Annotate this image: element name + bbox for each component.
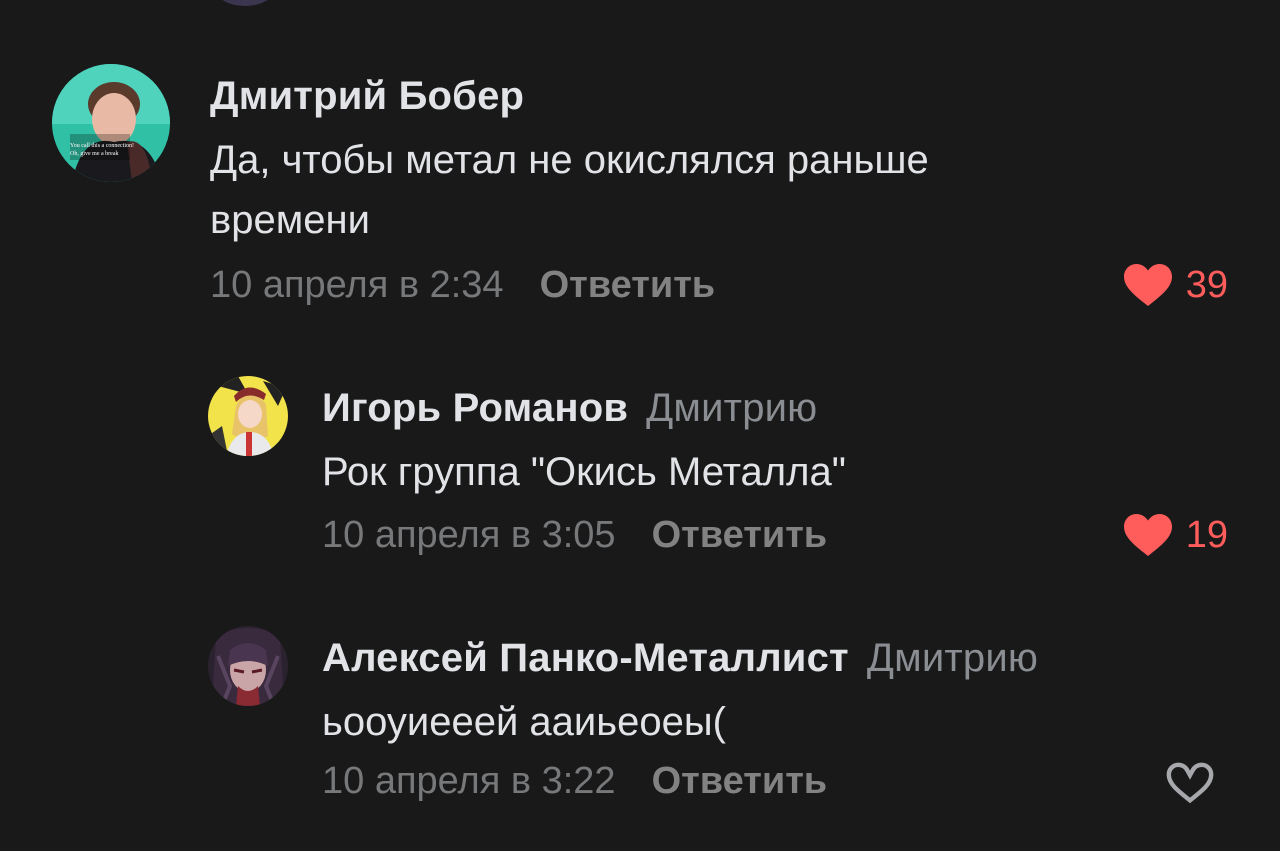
comment: You call this a connection! Oh, give me … [0, 0, 1280, 330]
comment-reply: Игорь Романов Дмитрию Рок группа "Окись М… [0, 330, 1280, 580]
heart-outline-icon [1166, 762, 1214, 804]
author-name[interactable]: Дмитрий Бобер [210, 74, 524, 119]
comment-text: ьооуиееей ааиьеоеы( [322, 692, 726, 752]
heart-filled-icon [1123, 514, 1172, 556]
comment-text-line: времени [210, 198, 370, 242]
comments-page: You call this a connection! Oh, give me … [0, 0, 1280, 851]
comment-date: 10 апреля в 3:22 [322, 760, 616, 802]
like-button[interactable] [1166, 758, 1228, 808]
comment-date: 10 апреля в 2:34 [210, 264, 504, 306]
comment-text-line: Рок группа "Окись Металла" [322, 450, 846, 494]
reply-to-label[interactable]: Дмитрию [646, 386, 817, 430]
avatar[interactable] [208, 626, 288, 706]
author-name-text[interactable]: Алексей Панко-Металлист [322, 636, 849, 680]
reply-button[interactable]: Ответить [652, 760, 828, 802]
author-name[interactable]: Алексей Панко-Металлист Дмитрию [322, 636, 1038, 681]
like-count: 39 [1185, 263, 1228, 306]
reply-button[interactable]: Ответить [652, 514, 828, 556]
like-count: 19 [1185, 513, 1228, 556]
like-button[interactable]: 19 [1123, 510, 1228, 560]
comment-text-line: Да, чтобы метал не окислялся раньше [210, 138, 929, 182]
author-name-text[interactable]: Игорь Романов [322, 386, 628, 430]
comment-meta: 10 апреля в 3:22 Ответить [322, 760, 827, 803]
like-button[interactable]: 39 [1123, 260, 1228, 310]
comment-meta: 10 апреля в 3:05 Ответить [322, 514, 827, 557]
avatar-caption: You call this a connection! Oh, give me … [70, 143, 135, 157]
avatar[interactable] [208, 376, 288, 456]
comment-text: Да, чтобы метал не окислялся раньше врем… [210, 130, 929, 250]
comment-meta: 10 апреля в 2:34 Ответить [210, 264, 715, 307]
reply-to-label[interactable]: Дмитрию [867, 636, 1038, 680]
comment-date: 10 апреля в 3:05 [322, 514, 616, 556]
comment-text-line: ьооуиееей ааиьеоеы( [322, 700, 726, 744]
avatar[interactable]: You call this a connection! Oh, give me … [52, 64, 170, 182]
author-name[interactable]: Игорь Романов Дмитрию [322, 386, 817, 431]
reply-button[interactable]: Ответить [540, 264, 716, 306]
heart-filled-icon [1123, 264, 1172, 306]
comment-text: Рок группа "Окись Металла" [322, 442, 846, 502]
comment-reply: Алексей Панко-Металлист Дмитрию ьооуиееей… [0, 580, 1280, 851]
author-name-text[interactable]: Дмитрий Бобер [210, 74, 524, 118]
